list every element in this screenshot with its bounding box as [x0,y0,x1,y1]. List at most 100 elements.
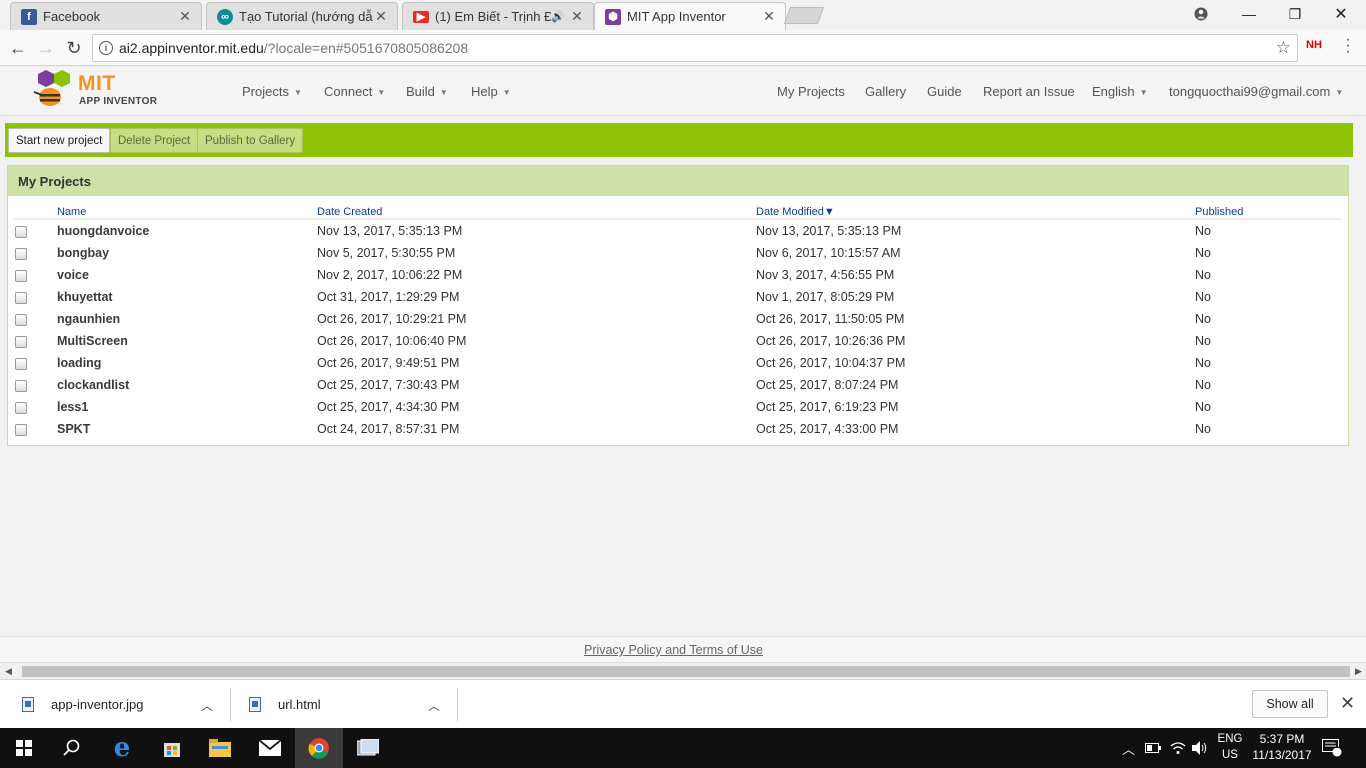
language-dropdown[interactable]: English ▼ [1092,84,1148,99]
windows-start-icon[interactable] [0,728,48,768]
speaker-icon[interactable]: 🔊 [551,10,565,23]
divider [230,688,231,722]
project-name[interactable]: khuyettat [57,290,113,304]
scroll-left-icon[interactable]: ◀ [5,666,12,677]
project-name[interactable]: SPKT [57,422,90,436]
search-icon[interactable] [48,728,96,768]
menu-connect[interactable]: Connect ▼ [324,84,385,99]
table-row[interactable]: loading Oct 26, 2017, 9:49:51 PM Oct 26, 2… [8,353,1348,375]
tab-facebook[interactable]: f Facebook ✕ [10,2,202,30]
table-row[interactable]: less1 Oct 25, 2017, 4:34:30 PM Oct 25, 201… [8,397,1348,419]
reload-icon[interactable]: ↻ [62,36,86,60]
tab-tutorial[interactable]: ∞ Tạo Tutorial (hướng dẫn ✕ [206,2,398,30]
tab-app-inventor[interactable]: ⬢ MIT App Inventor ✕ [594,2,786,30]
photos-app-icon[interactable] [344,728,392,768]
project-select-checkbox[interactable] [15,248,27,260]
delete-project-button[interactable]: Delete Project [110,128,199,153]
column-header-date-created[interactable]: Date Created [317,206,382,218]
project-select-checkbox[interactable] [15,402,27,414]
store-icon[interactable] [148,728,196,768]
volume-icon[interactable] [1192,728,1208,768]
publish-to-gallery-button[interactable]: Publish to Gallery [197,128,304,153]
table-row[interactable]: SPKT Oct 24, 2017, 8:57:31 PM Oct 25, 2017… [8,419,1348,441]
link-guide[interactable]: Guide [927,84,962,99]
project-name[interactable]: MultiScreen [57,334,128,348]
project-select-checkbox[interactable] [15,424,27,436]
app-inventor-logo[interactable]: MIT APP INVENTOR [30,69,160,113]
forward-icon[interactable]: → [34,36,58,60]
column-header-name[interactable]: Name [57,206,86,218]
date-created: Oct 26, 2017, 9:49:51 PM [317,356,460,370]
browser-menu-icon[interactable]: · · · [1344,32,1352,60]
table-row[interactable]: voice Nov 2, 2017, 10:06:22 PM Nov 3, 2017… [8,265,1348,287]
horizontal-scrollbar[interactable]: ◀ ▶ [0,662,1366,679]
link-report-issue[interactable]: Report an Issue [983,84,1075,99]
project-name[interactable]: loading [57,356,101,370]
mail-icon[interactable] [246,728,294,768]
menu-help[interactable]: Help ▼ [471,84,511,99]
show-all-button[interactable]: Show all [1252,690,1328,718]
start-new-project-button[interactable]: Start new project [8,128,111,153]
download-item-jpg[interactable]: app-inventor.jpg [22,680,144,729]
site-info-icon[interactable]: i [99,41,113,55]
privacy-policy-link[interactable]: Privacy Policy and Terms of Use [584,643,763,657]
column-header-published[interactable]: Published [1195,206,1243,218]
close-icon[interactable]: ✕ [569,8,585,25]
table-row[interactable]: MultiScreen Oct 26, 2017, 10:06:40 PM Oct … [8,331,1348,353]
battery-icon[interactable] [1145,728,1161,768]
project-select-checkbox[interactable] [15,270,27,282]
table-row[interactable]: khuyettat Oct 31, 2017, 1:29:29 PM Nov 1, … [8,287,1348,309]
project-select-checkbox[interactable] [15,336,27,348]
link-my-projects[interactable]: My Projects [777,84,845,99]
menu-build[interactable]: Build ▼ [406,84,448,99]
new-tab-button[interactable] [783,7,825,24]
project-select-checkbox[interactable] [15,358,27,370]
scroll-right-icon[interactable]: ▶ [1355,666,1362,677]
window-close-icon[interactable]: ✕ [1318,0,1364,28]
chevron-up-icon[interactable]: ︿ [201,697,213,714]
close-icon[interactable]: ✕ [373,8,389,25]
close-icon[interactable]: ✕ [177,8,193,25]
bookmark-star-icon[interactable]: ☆ [1276,38,1291,58]
table-row[interactable]: bongbay Nov 5, 2017, 5:30:55 PM Nov 6, 201… [8,243,1348,265]
minimize-icon[interactable]: — [1226,0,1272,28]
close-icon[interactable]: ✕ [761,8,777,25]
project-name[interactable]: clockandlist [57,378,129,392]
download-item-html[interactable]: url.html [249,680,321,729]
project-name[interactable]: bongbay [57,246,109,260]
project-select-checkbox[interactable] [15,380,27,392]
caret-down-icon: ▼ [1139,88,1148,97]
action-center-icon[interactable]: 1 [1322,728,1342,768]
address-bar[interactable]: i ai2.appinventor.mit.edu /?locale=en#50… [92,34,1298,62]
wifi-icon[interactable] [1170,728,1186,768]
link-gallery[interactable]: Gallery [865,84,906,99]
project-name[interactable]: huongdanvoice [57,224,149,238]
file-explorer-icon[interactable] [196,728,244,768]
project-select-checkbox[interactable] [15,292,27,304]
edge-browser-icon[interactable]: e [98,728,146,768]
project-select-checkbox[interactable] [15,226,27,238]
project-select-checkbox[interactable] [15,314,27,326]
chevron-up-icon[interactable]: ︿ [1122,728,1135,768]
profile-icon[interactable] [1178,0,1224,28]
project-name[interactable]: ngaunhien [57,312,120,326]
close-icon[interactable]: ✕ [1340,693,1355,714]
chrome-icon[interactable] [295,728,343,768]
chevron-up-icon[interactable]: ︿ [428,697,440,714]
user-account-dropdown[interactable]: tongquocthai99@gmail.com ▼ [1169,84,1343,99]
table-row[interactable]: ngaunhien Oct 26, 2017, 10:29:21 PM Oct 26… [8,309,1348,331]
back-icon[interactable]: ← [6,36,30,60]
tab-youtube[interactable]: ▶ (1) Em Biết - Trịnh Đìn 🔊 ✕ [402,2,594,30]
input-language-indicator[interactable]: ENG US [1216,731,1244,763]
project-name[interactable]: voice [57,268,89,282]
scrollbar-thumb[interactable] [22,666,1350,677]
table-row[interactable]: clockandlist Oct 25, 2017, 7:30:43 PM Oct … [8,375,1348,397]
column-header-date-modified[interactable]: Date Modified▼ [756,206,835,218]
system-clock[interactable]: 5:37 PM 11/13/2017 [1250,731,1314,763]
menu-label: Connect [324,84,373,99]
restore-icon[interactable]: ❐ [1272,0,1318,28]
project-name[interactable]: less1 [57,400,88,414]
extension-icon[interactable]: NH [1306,39,1322,51]
table-row[interactable]: huongdanvoice Nov 13, 2017, 5:35:13 PM Nov… [8,221,1348,243]
menu-projects[interactable]: Projects ▼ [242,84,302,99]
